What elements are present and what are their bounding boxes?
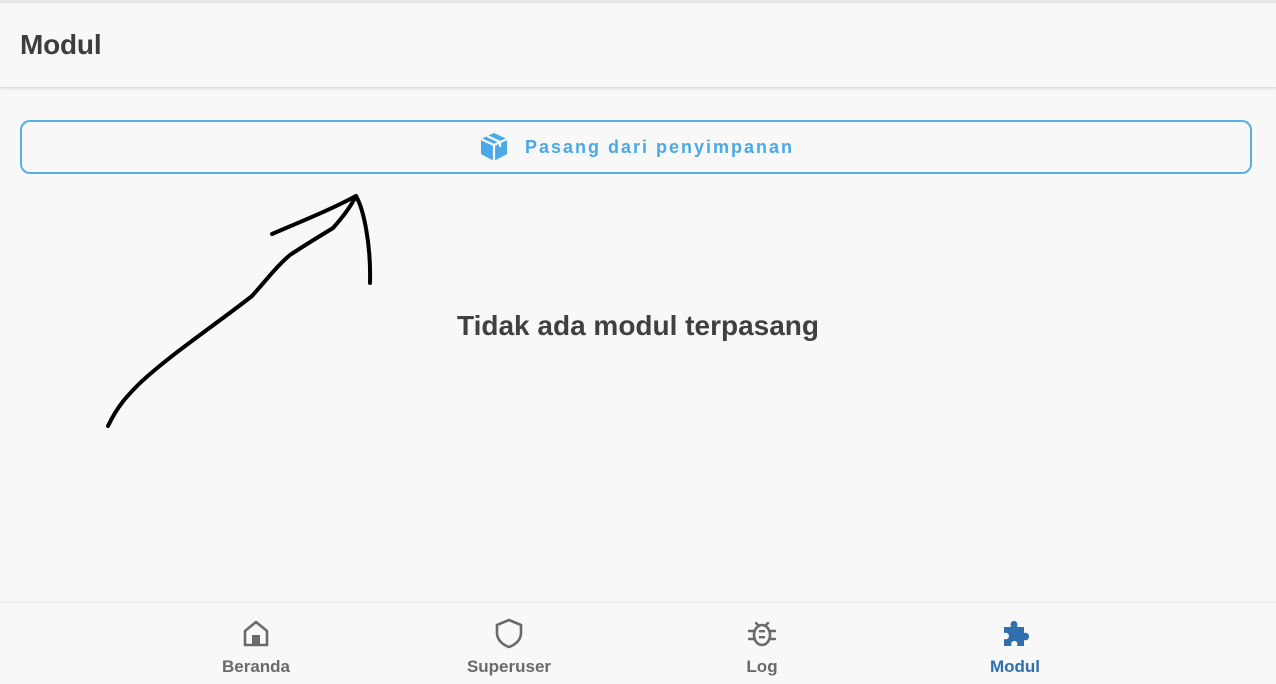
puzzle-icon: [1004, 621, 1029, 646]
bug-icon: [747, 621, 777, 647]
nav-item-log[interactable]: Log: [672, 603, 852, 684]
nav-label-log: Log: [746, 657, 778, 676]
home-icon: [243, 620, 269, 647]
empty-state-message: Tidak ada modul terpasang: [456, 310, 820, 341]
nav-label-modul: Modul: [989, 657, 1041, 676]
nav-label-beranda: Beranda: [221, 657, 291, 676]
bottom-navigation: Beranda Superuser Log Modul: [0, 602, 1276, 684]
nav-item-beranda[interactable]: Beranda: [166, 603, 346, 684]
shield-icon: [495, 618, 523, 649]
nav-label-superuser: Superuser: [466, 657, 552, 676]
install-from-storage-button[interactable]: Pasang dari penyimpanan: [20, 120, 1252, 174]
page-title: Modul: [20, 29, 102, 60]
nav-item-superuser[interactable]: Superuser: [419, 603, 599, 684]
install-button-label: Pasang dari penyimpanan: [524, 136, 795, 157]
package-box-icon: [480, 133, 508, 161]
nav-item-modul[interactable]: Modul: [925, 603, 1105, 684]
app-bar: Modul: [0, 3, 1276, 87]
